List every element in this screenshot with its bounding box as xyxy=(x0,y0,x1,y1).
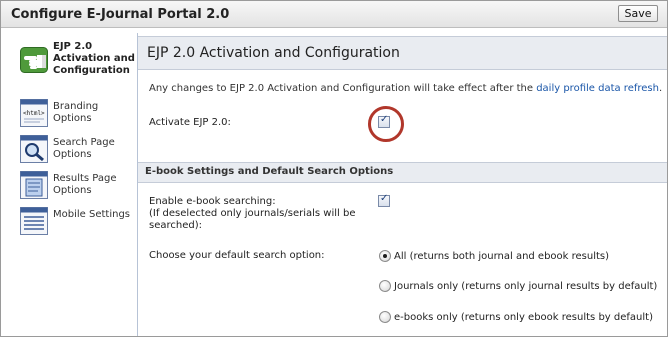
sidebar-item-label: Search Page Options xyxy=(53,137,115,160)
ebook-enable-label: Enable e-book searching: (If deselected … xyxy=(149,196,356,231)
window-title: Configure E-Journal Portal 2.0 xyxy=(11,7,230,22)
html-code-icon: <html> xyxy=(20,99,48,127)
highlight-circle xyxy=(368,106,404,142)
activate-label: Activate EJP 2.0: xyxy=(149,117,231,128)
sidebar-item-activation[interactable]: EJP 2.0 Activation and Configuration xyxy=(10,41,136,93)
sidebar-item-label: Branding Options xyxy=(53,101,99,124)
sidebar-item-label: EJP 2.0 Activation and Configuration xyxy=(53,41,135,76)
svg-text:<html>: <html> xyxy=(23,110,45,117)
sidebar-item-branding[interactable]: <html> Branding Options xyxy=(10,99,136,131)
search-option-label: Journals only (returns only journal resu… xyxy=(394,281,658,292)
section-title: EJP 2.0 Activation and Configuration xyxy=(147,45,400,61)
radio-journals[interactable] xyxy=(379,280,391,292)
sidebar-item-mobile[interactable]: Mobile Settings xyxy=(10,207,136,239)
mobile-settings-icon xyxy=(20,207,48,235)
main-panel: EJP 2.0 Activation and Configuration Any… xyxy=(138,33,667,336)
sidebar-item-results-page[interactable]: Results Page Options xyxy=(10,171,136,203)
sidebar-item-search-page[interactable]: Search Page Options xyxy=(10,135,136,167)
results-page-icon xyxy=(20,171,48,199)
radio-all[interactable] xyxy=(379,250,391,262)
radio-ebooks[interactable] xyxy=(379,311,391,323)
daily-profile-refresh-link[interactable]: daily profile data refresh xyxy=(536,83,659,94)
default-search-label: Choose your default search option: xyxy=(149,250,325,261)
pointing-hand-icon xyxy=(20,47,48,73)
magnifier-page-icon xyxy=(20,135,48,163)
title-bar: Configure E-Journal Portal 2.0 Save xyxy=(1,1,667,28)
search-option-label: All (returns both journal and ebook resu… xyxy=(394,251,610,262)
notice-text: Any changes to EJP 2.0 Activation and Co… xyxy=(149,83,663,94)
ebook-section-title: E-book Settings and Default Search Optio… xyxy=(145,166,394,177)
check-icon: ✓ xyxy=(380,193,389,204)
sidebar-item-label: Mobile Settings xyxy=(53,209,130,220)
ebook-enable-checkbox[interactable]: ✓ xyxy=(378,193,390,207)
section-header-activation: EJP 2.0 Activation and Configuration xyxy=(138,36,667,70)
section-header-ebook: E-book Settings and Default Search Optio… xyxy=(138,162,667,183)
sidebar: EJP 2.0 Activation and Configuration <ht… xyxy=(10,33,138,336)
save-button[interactable]: Save xyxy=(618,5,658,22)
configure-window: Configure E-Journal Portal 2.0 Save EJP … xyxy=(0,0,668,337)
search-option-label: e-books only (returns only ebook results… xyxy=(394,312,653,323)
sidebar-item-label: Results Page Options xyxy=(53,173,117,196)
